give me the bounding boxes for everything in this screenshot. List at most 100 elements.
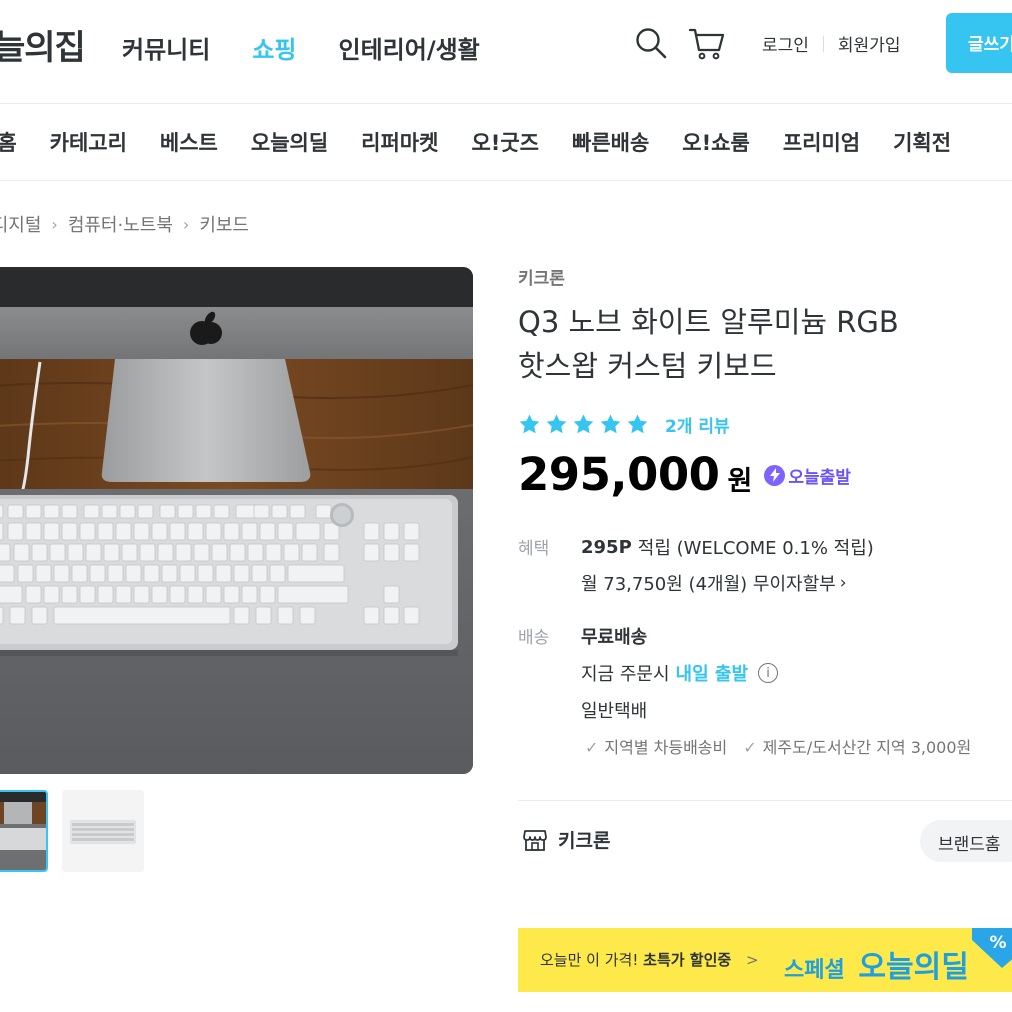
keycap	[97, 585, 114, 604]
login-link[interactable]: 로그인	[762, 31, 809, 56]
keycap	[79, 522, 96, 541]
keycap	[115, 522, 132, 541]
sub-nav-exhibitions[interactable]: 기획전	[893, 127, 951, 157]
keycap	[89, 564, 106, 583]
keycap	[265, 543, 282, 562]
chevron-right-icon: ›	[839, 573, 847, 593]
ship-tomorrow-text: 내일 출발	[675, 664, 749, 685]
keycap	[43, 585, 60, 604]
breadcrumb-item[interactable]: ·디지털	[0, 211, 41, 237]
sub-nav-premium[interactable]: 프리미엄	[783, 127, 860, 157]
keycap	[0, 522, 4, 541]
keycap	[103, 543, 120, 562]
keycap	[0, 585, 23, 604]
keycap	[269, 564, 286, 583]
shopping-sub-nav: 핑홈 카테고리 베스트 오늘의딜 리퍼마켓 오!굿즈 빠른배송 오!쇼룸 프리미…	[0, 127, 951, 157]
keycap	[0, 564, 15, 583]
keycap	[383, 585, 400, 604]
keycap	[71, 564, 88, 583]
keycap	[253, 504, 270, 519]
brand-home-button[interactable]: 브랜드홈	[920, 820, 1012, 862]
star-icon	[600, 414, 621, 434]
sub-nav-category[interactable]: 카테고리	[50, 127, 127, 157]
shipping-eta: 지금 주문시 내일 출발 i	[581, 660, 779, 686]
breadcrumb-item[interactable]: 키보드	[199, 211, 249, 237]
todays-deal-banner[interactable]: 오늘만 이 가격! 초특가 할인중 > 스페셜 오늘의딜	[518, 928, 1012, 992]
keycap	[137, 504, 154, 519]
search-icon[interactable]	[634, 26, 668, 60]
product-main-image[interactable]	[0, 267, 473, 774]
product-brand[interactable]: 키크론	[518, 264, 565, 289]
auth-links: 로그인 회원가입	[762, 31, 900, 56]
write-button[interactable]: 글쓰기	[946, 13, 1012, 73]
keycap	[133, 585, 150, 604]
keycap	[277, 606, 294, 625]
keycap	[271, 504, 288, 519]
sub-nav-o-goods[interactable]: 오!굿즈	[471, 127, 539, 157]
main-nav: 커뮤니티 쇼핑 인테리어/생활	[122, 30, 480, 65]
info-icon[interactable]: i	[758, 663, 779, 683]
sub-nav-fast-delivery[interactable]: 빠른배송	[572, 127, 649, 157]
keycap	[223, 585, 240, 604]
keycap	[31, 543, 48, 562]
keycap	[35, 564, 52, 583]
today-departure-badge: 오늘출발	[764, 463, 851, 488]
keycap	[119, 504, 136, 519]
keycap	[215, 564, 232, 583]
percent-tag-text: %	[989, 933, 1006, 953]
store-row[interactable]: 키크론	[522, 826, 610, 853]
keycap	[213, 504, 230, 519]
percent-tag-icon: %	[972, 928, 1012, 968]
review-count-link[interactable]: 2개 리뷰	[665, 412, 730, 437]
divider	[0, 180, 1012, 181]
product-title: Q3 노브 화이트 알루미늄 RGB 핫스왑 커스텀 키보드	[518, 300, 938, 388]
keycap	[157, 543, 174, 562]
site-logo[interactable]: 늘의집	[0, 20, 86, 69]
banner-deal: 오늘의딜	[858, 950, 969, 985]
star-icon	[573, 414, 594, 434]
keycap	[295, 522, 321, 541]
store-icon	[523, 829, 547, 851]
keycap	[301, 543, 318, 562]
keycap	[277, 522, 294, 541]
benefit-points: 295P 적립 (WELCOME 0.1% 적립)	[581, 534, 874, 560]
cart-icon[interactable]	[688, 24, 726, 62]
keycap	[79, 585, 96, 604]
price-currency: 원	[727, 466, 753, 497]
installment-link[interactable]: 월 73,750원 (4개월) 무이자할부 ›	[581, 570, 847, 596]
breadcrumb: ·디지털 › 컴퓨터·노트북 › 키보드	[0, 211, 249, 237]
keycap	[383, 522, 400, 541]
star-icon	[546, 414, 567, 434]
keycap	[241, 585, 258, 604]
keycap	[133, 522, 150, 541]
nav-community[interactable]: 커뮤니티	[122, 30, 210, 65]
keycap	[255, 606, 272, 625]
sub-nav-shop-home[interactable]: 핑홈	[0, 127, 17, 157]
breadcrumb-item[interactable]: 컴퓨터·노트북	[68, 211, 173, 237]
keycap	[251, 564, 268, 583]
points-value: 295P	[581, 536, 632, 558]
keycap	[139, 543, 156, 562]
keycap	[175, 543, 192, 562]
nav-shopping[interactable]: 쇼핑	[252, 30, 296, 65]
keycap	[383, 543, 400, 562]
check-icon: ✓	[585, 738, 599, 757]
thumbnail-image[interactable]	[0, 790, 48, 872]
chevron-right-icon: ›	[51, 214, 58, 234]
keycap	[403, 543, 420, 562]
keycap	[13, 543, 30, 562]
sub-nav-best[interactable]: 베스트	[160, 127, 218, 157]
product-price: 295,000	[518, 448, 720, 501]
keycap	[43, 522, 60, 541]
thumbnail-image[interactable]	[62, 790, 144, 872]
banner-text: 오늘만 이 가격! 초특가 할인중 >	[540, 949, 759, 970]
sub-nav-o-showroom[interactable]: 오!쇼룸	[682, 127, 750, 157]
keycap	[241, 522, 258, 541]
sub-nav-refurb-market[interactable]: 리퍼마켓	[361, 127, 438, 157]
signup-link[interactable]: 회원가입	[838, 31, 901, 56]
keycap	[0, 543, 11, 562]
store-name[interactable]: 키크론	[558, 826, 610, 853]
nav-interior[interactable]: 인테리어/생활	[339, 30, 480, 65]
sub-nav-todays-deal[interactable]: 오늘의딜	[251, 127, 328, 157]
lightning-icon	[764, 464, 786, 486]
